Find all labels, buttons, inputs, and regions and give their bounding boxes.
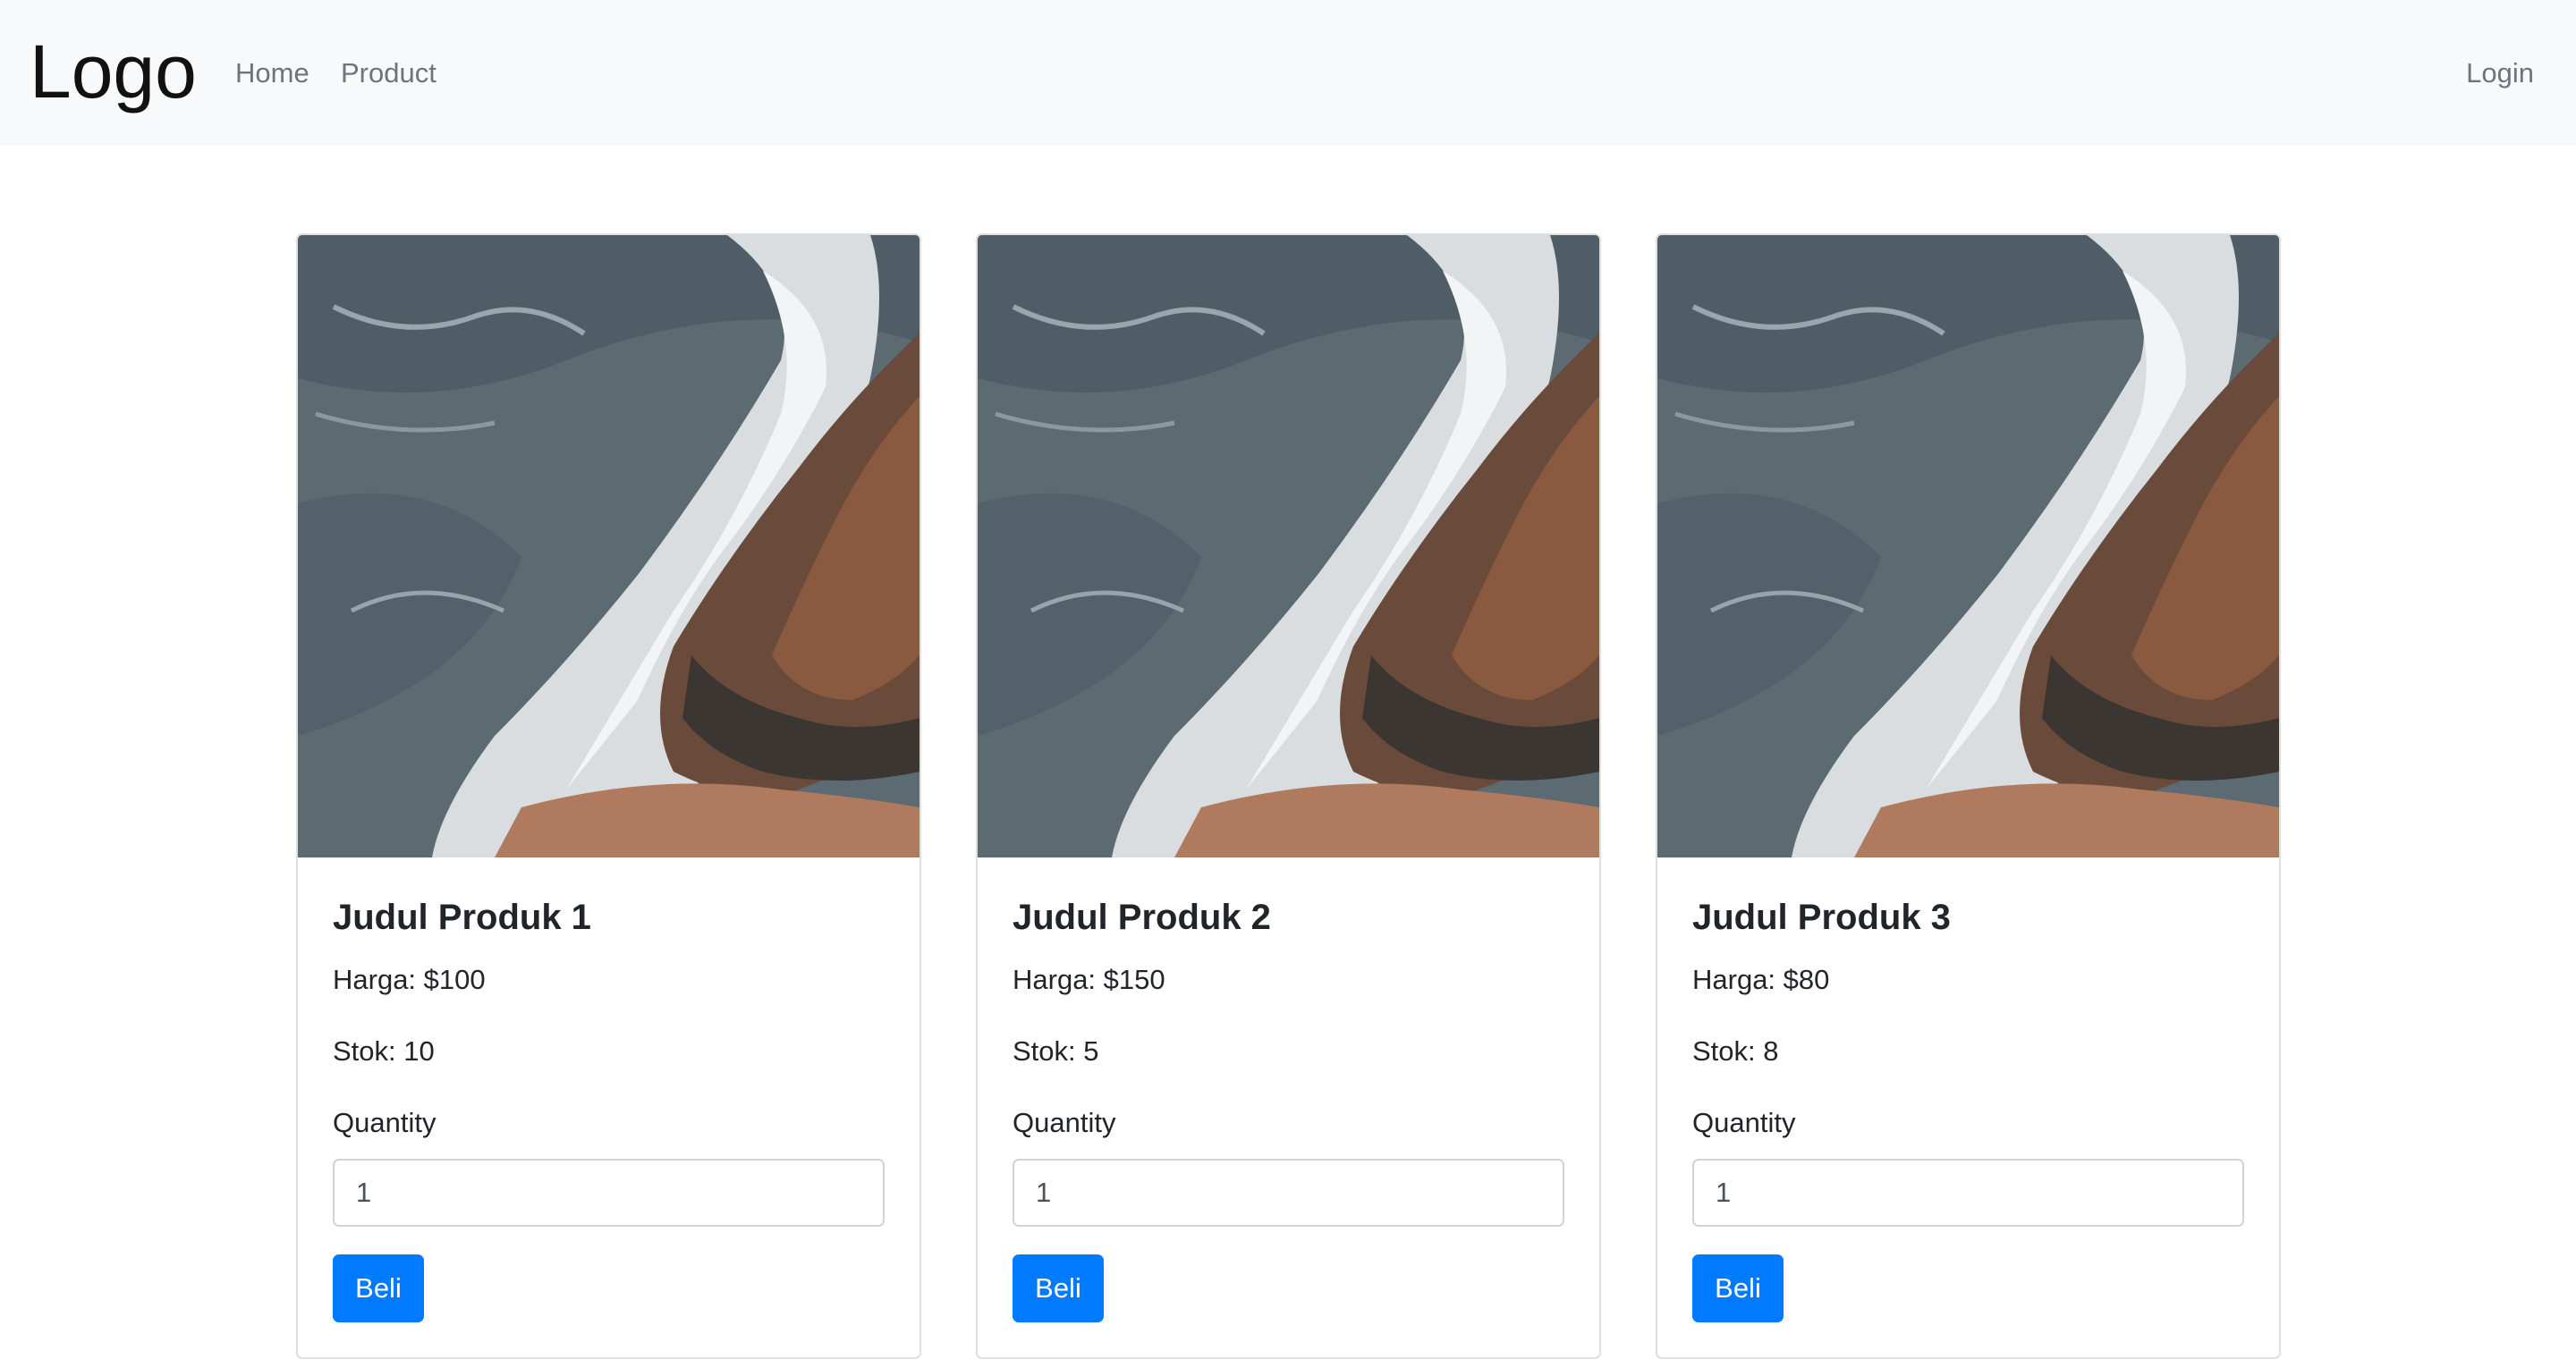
product-card: Judul Produk 1 Harga: $100 Stok: 10 Quan… (296, 233, 921, 1359)
product-card: Judul Produk 2 Harga: $150 Stok: 5 Quant… (976, 233, 1601, 1359)
quantity-label: Quantity (333, 1107, 436, 1138)
quantity-input[interactable] (1692, 1159, 2244, 1227)
product-title: Judul Produk 2 (1013, 898, 1271, 937)
beli-button[interactable]: Beli (1013, 1254, 1104, 1322)
nav-link-login[interactable]: Login (2466, 55, 2534, 91)
product-card: Judul Produk 3 Harga: $80 Stok: 8 Quanti… (1656, 233, 2281, 1359)
product-price: Harga: $100 (333, 964, 486, 995)
product-title: Judul Produk 3 (1692, 898, 1951, 937)
quantity-label: Quantity (1013, 1107, 1116, 1138)
navbar: Logo Home Product Login (0, 0, 2576, 146)
product-stock: Stok: 5 (1013, 1035, 1099, 1067)
product-stock: Stok: 10 (333, 1035, 435, 1067)
quantity-input[interactable] (1013, 1159, 1564, 1227)
quantity-input[interactable] (333, 1159, 885, 1227)
product-price: Harga: $150 (1013, 964, 1165, 995)
product-stock: Stok: 8 (1692, 1035, 1779, 1067)
product-image (298, 235, 919, 857)
beli-button[interactable]: Beli (333, 1254, 424, 1322)
nav-link-home[interactable]: Home (235, 55, 309, 91)
product-title: Judul Produk 1 (333, 898, 591, 937)
product-image (978, 235, 1599, 857)
product-image (1657, 235, 2279, 857)
nav-link-product[interactable]: Product (341, 55, 436, 91)
beli-button[interactable]: Beli (1692, 1254, 1784, 1322)
product-price: Harga: $80 (1692, 964, 1830, 995)
brand-logo[interactable]: Logo (30, 27, 197, 116)
quantity-label: Quantity (1692, 1107, 1796, 1138)
